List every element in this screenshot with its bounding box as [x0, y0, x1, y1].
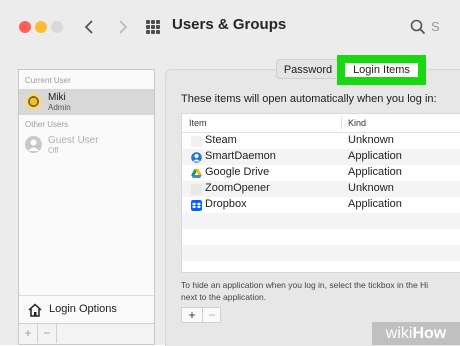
item-name: Google Drive	[205, 166, 270, 178]
person-icon	[28, 139, 39, 151]
search-field[interactable]: S	[431, 19, 440, 34]
avatar	[25, 93, 42, 110]
column-header-kind[interactable]: Kind	[348, 118, 366, 128]
remove-login-item-button[interactable]: −	[202, 308, 222, 322]
blank-icon	[191, 184, 202, 195]
sidebar-toolbar: + −	[19, 323, 154, 344]
user-name: Miki	[48, 92, 66, 103]
wikihow-watermark: wikiHow	[372, 322, 460, 345]
back-button[interactable]	[82, 17, 98, 37]
avatar	[25, 136, 42, 153]
tab-login-items[interactable]: Login Items	[345, 63, 418, 77]
item-name: Steam	[205, 134, 237, 146]
login-items-description: These items will open automatically when…	[181, 93, 437, 105]
table-row[interactable]: ZoomOpener Unknown	[182, 181, 460, 197]
user-name: Guest User	[48, 135, 99, 146]
user-row-miki[interactable]: Miki Admin	[19, 89, 154, 115]
close-window-button[interactable]	[19, 21, 31, 33]
forward-button[interactable]	[114, 17, 130, 37]
user-status: Off	[48, 146, 59, 155]
watermark-part-1: wiki	[385, 325, 413, 342]
login-options-label: Login Options	[49, 303, 117, 315]
item-kind: Unknown	[348, 134, 394, 146]
hint-line-1: To hide an application when you log in, …	[181, 280, 429, 290]
item-name: SmartDaemon	[205, 150, 276, 162]
empty-row	[182, 213, 460, 229]
table-row[interactable]: Steam Unknown	[182, 133, 460, 149]
chevron-left-icon	[84, 20, 93, 34]
user-row-guest[interactable]: Guest User Off	[19, 132, 154, 158]
house-icon	[28, 303, 42, 317]
hint-line-2: next to the application.	[181, 292, 267, 302]
chevron-right-icon	[119, 20, 128, 34]
column-divider	[341, 117, 342, 129]
item-name: Dropbox	[205, 198, 247, 210]
item-kind: Application	[348, 166, 402, 178]
empty-row	[182, 229, 460, 245]
table-row[interactable]: Google Drive Application	[182, 165, 460, 181]
zoom-window-button[interactable]	[51, 21, 63, 33]
tab-login-items-highlight[interactable]: Login Items	[337, 55, 426, 85]
item-kind: Application	[348, 198, 402, 210]
table-header: Item Kind	[182, 114, 460, 133]
google-drive-icon	[191, 168, 202, 178]
item-name: ZoomOpener	[205, 182, 270, 194]
add-user-button[interactable]: +	[19, 324, 38, 343]
users-groups-window: Users & Groups S Current User Miki Admin…	[0, 0, 460, 346]
watermark-part-2: How	[412, 325, 447, 342]
item-kind: Unknown	[348, 182, 394, 194]
add-login-item-button[interactable]: +	[182, 308, 203, 322]
hide-hint-text: To hide an application when you log in, …	[181, 279, 460, 303]
login-options-button[interactable]: Login Options	[19, 295, 154, 324]
remove-user-button[interactable]: −	[38, 324, 57, 343]
tab-password[interactable]: Password	[276, 59, 340, 79]
current-user-section-label: Current User	[25, 76, 71, 85]
table-row[interactable]: Dropbox Application	[182, 197, 460, 213]
table-row[interactable]: SmartDaemon Application	[182, 149, 460, 165]
title-bar: Users & Groups S	[0, 0, 460, 54]
blank-icon	[191, 136, 202, 147]
users-sidebar: Current User Miki Admin Other Users Gues…	[18, 69, 155, 345]
login-items-add-remove: + −	[181, 307, 221, 323]
minimize-window-button[interactable]	[35, 21, 47, 33]
item-kind: Application	[348, 150, 402, 162]
login-items-table: Item Kind Steam Unknown SmartDaemon Appl…	[181, 113, 460, 273]
empty-row	[182, 245, 460, 261]
smartdaemon-icon	[191, 152, 202, 163]
other-users-section-label: Other Users	[25, 120, 69, 129]
search-icon[interactable]	[409, 18, 427, 36]
show-all-grid-icon[interactable]	[146, 20, 160, 34]
dropbox-icon	[191, 200, 202, 211]
column-header-item[interactable]: Item	[189, 118, 207, 128]
user-role: Admin	[48, 103, 71, 112]
window-title: Users & Groups	[172, 16, 287, 33]
